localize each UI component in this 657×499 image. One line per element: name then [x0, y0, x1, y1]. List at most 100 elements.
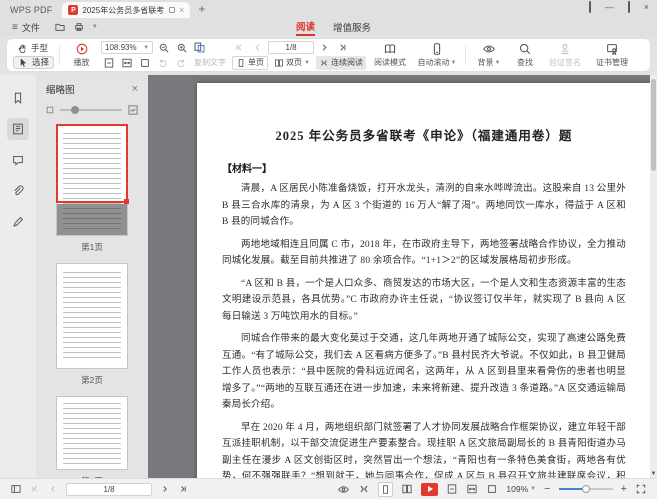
fullscreen-button[interactable] [635, 483, 647, 495]
viewport-indicator[interactable] [56, 124, 128, 203]
sidebar-icon-strip [0, 75, 36, 478]
zoom-level-dropdown[interactable]: 108.93% ▼ [101, 41, 153, 54]
thumbnail-page-1[interactable]: 第1页 [36, 124, 148, 253]
zoom-level-dropdown[interactable]: 109%▼ [506, 484, 536, 494]
next-page-button[interactable] [317, 41, 332, 54]
quick-access-caret-icon[interactable]: ▼ [92, 24, 98, 30]
prev-page-button[interactable] [250, 41, 265, 54]
find-label: 查找 [517, 57, 533, 68]
slider-track[interactable] [60, 109, 122, 111]
zoom-out-button[interactable] [156, 41, 171, 54]
print-icon[interactable] [73, 21, 85, 33]
last-page-button[interactable] [335, 41, 350, 54]
comments-panel-button[interactable] [7, 149, 29, 171]
last-page-button[interactable] [178, 484, 188, 494]
thumbnail-label: 第1页 [81, 241, 103, 253]
pdf-file-icon: P [68, 5, 78, 15]
single-page-button[interactable] [378, 482, 393, 497]
thumbnail-page-2[interactable]: 第2页 [36, 263, 148, 386]
copy-text-button[interactable]: 复制文字 [191, 56, 229, 70]
double-page-icon [274, 58, 284, 68]
verify-signature-button[interactable]: 验证签名 [543, 42, 587, 68]
app-logo: WPS PDF [8, 5, 62, 18]
hand-tool-button[interactable]: 手型 [13, 42, 54, 55]
pdf-page[interactable]: 2025 年公务员多省联考《申论》（福建通用卷）题 【材料一】 清晨，A 区居民… [197, 83, 651, 478]
double-page-button[interactable] [401, 483, 413, 495]
maximize-button[interactable] [628, 3, 630, 12]
zoom-slider[interactable] [559, 488, 613, 490]
zoom-in-button[interactable]: + [621, 484, 627, 495]
play-mode-button[interactable] [421, 483, 438, 496]
workspace-icon[interactable] [589, 3, 591, 12]
phone-icon [430, 42, 444, 56]
continuous-read-button[interactable]: 连续阅读 [316, 56, 366, 70]
viewport-resize-handle[interactable] [124, 199, 129, 204]
play-icon [428, 486, 433, 492]
hand-tool-label: 手型 [31, 42, 48, 54]
comment-icon [11, 153, 25, 167]
next-page-button[interactable] [160, 484, 170, 494]
quick-access-toolbar: ▼ [54, 21, 98, 33]
single-page-button[interactable]: 单页 [232, 56, 268, 70]
find-button[interactable]: 查找 [510, 42, 540, 68]
close-panel-icon[interactable]: × [132, 84, 138, 95]
open-folder-icon[interactable] [54, 21, 66, 33]
fit-width-button[interactable] [466, 483, 478, 495]
background-button[interactable]: 背景▼ [471, 42, 507, 68]
new-tab-button[interactable]: + [190, 2, 213, 18]
hamburger-icon: ≡ [12, 22, 18, 33]
rotate-right-icon[interactable] [173, 56, 188, 69]
page-scale-button[interactable] [192, 41, 207, 54]
double-page-caret-icon: ▼ [304, 60, 310, 66]
page-number-input[interactable]: 1/8 [66, 483, 152, 496]
eye-protection-button[interactable] [337, 483, 350, 496]
scrollbar-thumb[interactable] [651, 79, 656, 171]
document-viewer[interactable]: 2025 年公务员多省联考《申论》（福建通用卷）题 【材料一】 清晨，A 区居民… [148, 75, 657, 478]
actual-size-button[interactable] [486, 483, 498, 495]
rotate-left-icon[interactable] [155, 56, 170, 69]
file-menu-label: 文件 [22, 21, 40, 34]
actual-size-button[interactable] [137, 56, 152, 69]
attachments-panel-button[interactable] [7, 180, 29, 202]
signature-panel-button[interactable] [7, 211, 29, 233]
small-thumbnail-icon [45, 105, 55, 115]
zoom-out-button[interactable]: − [544, 484, 550, 495]
fit-page-button[interactable] [446, 483, 458, 495]
close-window-button[interactable]: × [644, 3, 649, 12]
thumbnails-panel-button[interactable] [7, 118, 29, 140]
fit-page-button[interactable] [101, 56, 116, 69]
fit-width-button[interactable] [119, 56, 134, 69]
first-page-button[interactable] [30, 484, 40, 494]
close-tab-icon[interactable]: × [179, 6, 184, 15]
certificate-manage-button[interactable]: 证书管理 [590, 42, 634, 68]
paragraph: 清晨，A 区居民小陈准备烧饭，打开水龙头，清洌的自来水哗哗流出。这股来自 13 … [222, 181, 626, 231]
pointer-tools-group: 手型 选择 [13, 42, 54, 69]
vertical-scrollbar[interactable]: ▼ [650, 75, 657, 478]
document-tab[interactable]: P 2025年公务员多省联考《申... × [62, 2, 190, 18]
first-page-button[interactable] [232, 41, 247, 54]
document-tab-title: 2025年公务员多省联考《申... [82, 5, 165, 16]
select-tool-button[interactable]: 选择 [13, 56, 54, 69]
paperclip-icon [11, 184, 25, 198]
thumbnail-size-slider[interactable] [36, 96, 148, 120]
tab-read[interactable]: 阅读 [296, 18, 315, 36]
zoom-slider-knob[interactable] [582, 485, 590, 493]
slider-knob[interactable] [71, 106, 79, 114]
continuous-read-button[interactable] [358, 483, 370, 495]
file-menu-button[interactable]: ≡ 文件 [8, 20, 44, 35]
toggle-sidebar-button[interactable] [10, 483, 22, 495]
double-page-button[interactable]: 双页 ▼ [271, 56, 313, 70]
detach-window-icon[interactable] [169, 7, 175, 13]
play-button[interactable]: 播放 [65, 42, 98, 68]
thumbnail-label: 第2页 [81, 374, 103, 386]
bookmarks-panel-button[interactable] [7, 87, 29, 109]
tab-value-services[interactable]: 增值服务 [333, 18, 371, 36]
read-mode-button[interactable]: 阅读模式 [369, 42, 411, 68]
thumbnail-page-3[interactable]: 第3页 [36, 396, 148, 478]
prev-page-button[interactable] [48, 484, 58, 494]
auto-scroll-button[interactable]: 自动滚动▼ [414, 42, 460, 68]
zoom-in-button[interactable] [174, 41, 189, 54]
scroll-down-arrow-icon[interactable]: ▼ [650, 471, 657, 477]
page-number-input[interactable]: 1/8 [268, 41, 314, 54]
minimize-button[interactable]: — [605, 3, 614, 12]
